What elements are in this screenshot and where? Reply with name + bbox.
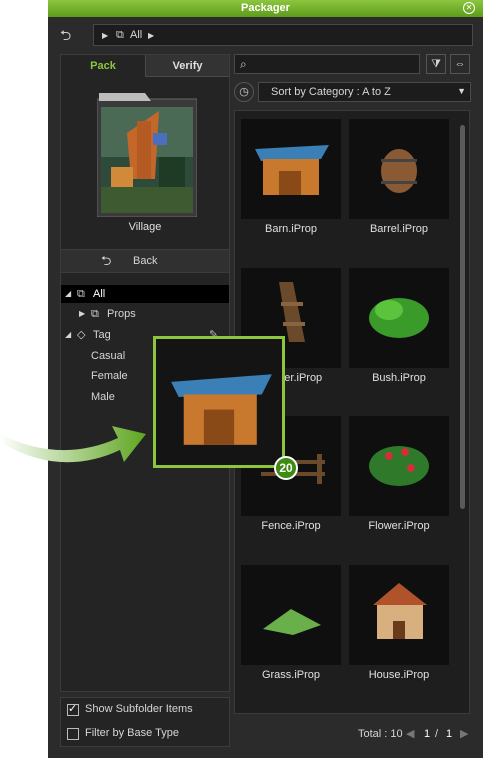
bush-thumbnail (349, 268, 449, 368)
filter-icon[interactable]: ⧩ (426, 54, 446, 74)
prev-page-icon[interactable]: ◀ (406, 724, 414, 744)
grass-thumbnail (241, 565, 341, 665)
tag-label-female: Female (91, 370, 128, 382)
tree-item-props[interactable]: ▶ ⧉ Props (61, 305, 229, 323)
package-name: Village (128, 221, 162, 233)
grid-scrollbar[interactable] (460, 125, 465, 509)
filter-base-type-label: Filter by Base Type (85, 727, 179, 739)
folder-stack-icon: ⧉ (116, 29, 124, 41)
title-bar: Packager ✕ (48, 0, 483, 17)
grid-item-bush[interactable]: Bush.iProp (349, 268, 449, 408)
drag-preview (153, 336, 285, 468)
green-arrow-icon (0, 426, 146, 463)
tab-pack[interactable]: Pack (61, 55, 145, 77)
item-label: Barrel.iProp (369, 223, 429, 235)
close-icon[interactable]: ✕ (463, 2, 475, 14)
total-count: Total : 10 (358, 728, 403, 740)
props-icon: ⧉ (91, 308, 99, 320)
search-icon: ⌕ (240, 57, 247, 71)
tree-label-tag: Tag (93, 329, 111, 341)
grid-item-barrel[interactable]: Barrel.iProp (349, 119, 449, 259)
triangle-right-icon: ▶ (102, 31, 109, 40)
window-title: Packager (241, 2, 290, 14)
grid-item-flower[interactable]: Flower.iProp (349, 416, 449, 556)
folder-stack-icon: ⧉ (77, 288, 85, 300)
grid-item-grass[interactable]: Grass.iProp (241, 565, 341, 705)
tag-label-casual: Casual (91, 350, 126, 362)
chevron-down-icon: ▼ (457, 86, 466, 96)
item-label: Bush.iProp (372, 372, 426, 384)
tree-label-all: All (93, 288, 106, 300)
back-button[interactable]: ⮌ Back (61, 249, 229, 273)
flower-thumbnail (349, 416, 449, 516)
show-subfolder-checkbox[interactable]: ✓ (67, 703, 79, 716)
filter-base-type-checkbox[interactable] (67, 728, 79, 740)
tab-verify[interactable]: Verify (145, 55, 229, 77)
barrel-thumbnail (349, 119, 449, 219)
clock-icon[interactable]: ◷ (234, 82, 254, 102)
page-number: 1 (424, 728, 431, 740)
item-label: Fence.iProp (261, 520, 321, 532)
swap-icon[interactable]: ⇔ (450, 54, 470, 74)
grid-footer: Total : 10 ◀ 1 / 1 ▶ (234, 724, 472, 744)
tab-bar: Pack Verify (61, 55, 229, 77)
show-subfolder-label: Show Subfolder Items (85, 703, 193, 715)
triangle-down-icon: ◢ (65, 289, 72, 298)
page-separator: / (435, 728, 439, 740)
barn-drag-thumbnail (171, 374, 272, 445)
tree-item-all[interactable]: ◢ ⧉ All (61, 285, 229, 303)
barn-thumbnail (241, 119, 341, 219)
package-thumbnail[interactable] (97, 93, 197, 217)
triangle-down-icon: ◢ (65, 330, 72, 339)
triangle-right-icon: ▶ (148, 31, 155, 40)
tag-label-male: Male (91, 391, 115, 403)
item-label: Grass.iProp (261, 669, 321, 681)
item-label: House.iProp (368, 669, 430, 681)
item-label: Barn.iProp (265, 223, 317, 235)
sort-value: Sort by Category : A to Z (271, 86, 391, 98)
grid-item-house[interactable]: House.iProp (349, 565, 449, 705)
page-total: 1 (446, 728, 453, 740)
breadcrumb[interactable]: ▶ ⧉ All ▶ (93, 24, 473, 46)
tag-icon: ◇ (77, 329, 86, 341)
triangle-right-icon: ▶ (79, 309, 86, 318)
drag-count-badge: 20 (274, 456, 298, 480)
house-thumbnail (349, 565, 449, 665)
grid-item-barn[interactable]: Barn.iProp (241, 119, 341, 259)
search-input[interactable]: ⌕ (234, 54, 420, 74)
back-label: Back (133, 255, 158, 267)
options-panel: ✓ Show Subfolder Items Filter by Base Ty… (60, 697, 230, 747)
checkmark-icon: ✓ (68, 703, 78, 715)
back-arrow-icon[interactable]: ⮌ (60, 24, 82, 46)
return-icon: ⮌ (101, 253, 112, 268)
sort-dropdown[interactable]: Sort by Category : A to Z ▼ (258, 82, 471, 102)
next-page-icon[interactable]: ▶ (460, 724, 468, 744)
breadcrumb-root[interactable]: All (130, 29, 142, 41)
item-label: Flower.iProp (368, 520, 430, 532)
tree-label-props: Props (107, 308, 136, 320)
